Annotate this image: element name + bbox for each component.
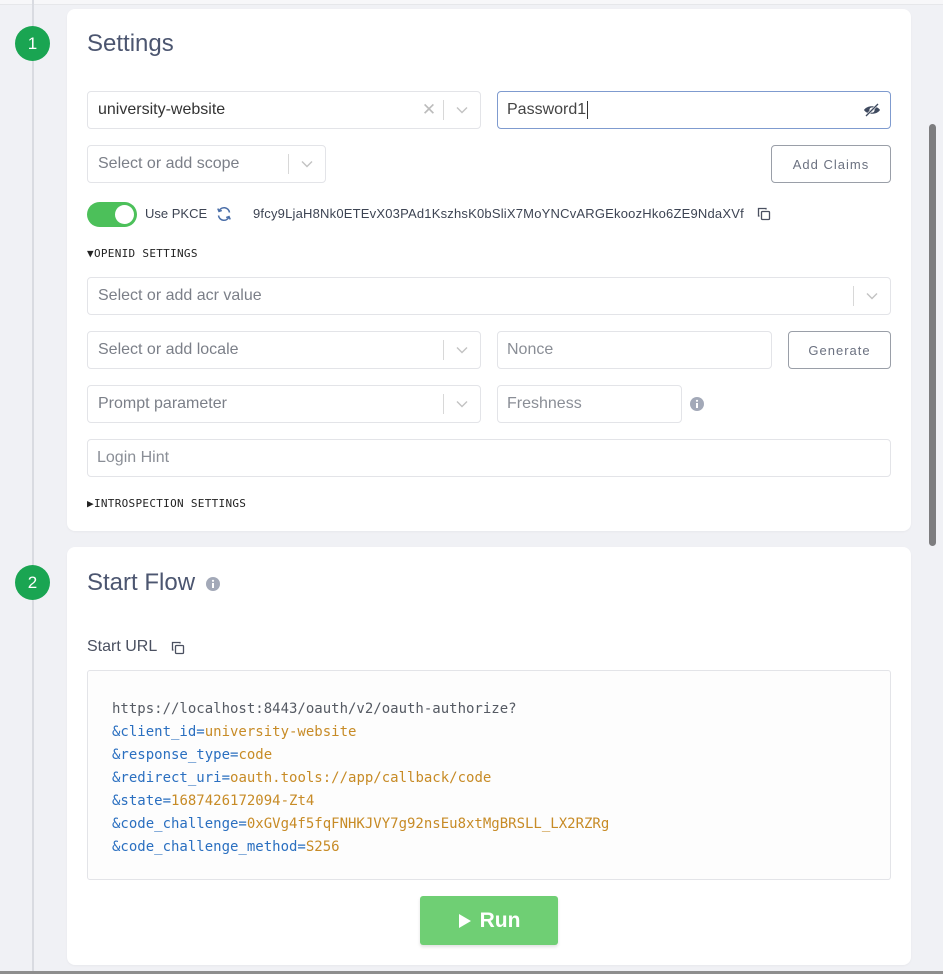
client-select[interactable]: university-website ✕ (87, 91, 481, 129)
top-strip (0, 0, 943, 5)
acr-select[interactable]: Select or add acr value (87, 277, 891, 315)
start-flow-title-text: Start Flow (87, 569, 196, 596)
chevron-down-icon[interactable] (444, 400, 480, 408)
url-param-value: 1687426172094-Zt4 (171, 793, 315, 809)
generate-nonce-button[interactable]: Generate (788, 331, 891, 369)
url-param: &code_challenge=0xGVg4f5fqFNHKJVY7g92nsE… (112, 813, 890, 836)
locale-select[interactable]: Select or add locale (87, 331, 481, 369)
chevron-down-icon[interactable] (444, 346, 480, 354)
clear-icon[interactable]: ✕ (415, 100, 443, 120)
eye-slash-icon[interactable] (862, 101, 882, 119)
client-select-value: university-website (98, 101, 226, 118)
url-param: &client_id=university-website (112, 721, 890, 744)
url-param-key: &state= (112, 793, 172, 809)
url-param-key: &code_challenge= (112, 816, 247, 832)
login-hint-input[interactable]: Login Hint (87, 439, 891, 477)
url-param: &redirect_uri=oauth.tools://app/callback… (112, 767, 890, 790)
chevron-down-icon[interactable] (444, 106, 480, 114)
url-param-key: &redirect_uri= (112, 770, 231, 786)
introspection-settings-label: INTROSPECTION SETTINGS (93, 497, 247, 510)
start-flow-info-icon[interactable] (205, 570, 220, 598)
use-pkce-label: Use PKCE (145, 206, 208, 221)
acr-select-placeholder: Select or add acr value (98, 287, 262, 304)
client-secret-input[interactable]: Password1 (497, 91, 891, 129)
pkce-verifier: 9fcy9LjaH8Nk0ETEvX03PAd1KszhsK0bSliX7MoY… (253, 206, 744, 221)
url-param-value: S256 (305, 839, 340, 855)
use-pkce-toggle[interactable] (87, 202, 137, 227)
openid-settings-label: OPENID SETTINGS (93, 247, 198, 260)
url-param-value: oauth.tools://app/callback/code (230, 770, 492, 786)
url-param: &state=1687426172094-Zt4 (112, 790, 890, 813)
run-button-label: Run (479, 908, 521, 932)
scope-select[interactable]: Select or add scope (87, 145, 326, 183)
openid-settings-toggle[interactable]: ▼OPENID SETTINGS (87, 247, 198, 260)
client-secret-value: Password1 (507, 101, 587, 118)
url-param-value: 0xGVg4f5fqFNHKJVY7g92nsEu8xtMgBRSLL_LX2R… (246, 816, 610, 832)
start-flow-title: Start Flow (87, 569, 220, 598)
chevron-down-icon[interactable] (854, 292, 890, 300)
scope-select-placeholder: Select or add scope (98, 155, 240, 172)
settings-card: Settings university-website ✕ Password1 … (67, 9, 911, 531)
freshness-placeholder: Freshness (507, 395, 582, 412)
login-hint-placeholder: Login Hint (97, 449, 170, 466)
freshness-input[interactable]: Freshness (497, 385, 682, 423)
url-param-key: &code_challenge_method= (112, 839, 306, 855)
freshness-info-icon[interactable] (690, 397, 704, 411)
start-url-box[interactable]: https://localhost:8443/oauth/v2/oauth-au… (87, 670, 891, 880)
url-param-key: &response_type= (112, 747, 239, 763)
copy-url-icon[interactable] (169, 639, 187, 657)
step-badge-2: 2 (15, 565, 50, 600)
refresh-icon[interactable] (214, 204, 234, 224)
chevron-down-icon[interactable] (289, 160, 325, 168)
text-cursor (587, 101, 589, 119)
settings-title: Settings (87, 30, 174, 57)
nonce-input[interactable]: Nonce (497, 331, 772, 369)
copy-icon[interactable] (755, 205, 773, 223)
step-badge-1: 1 (15, 26, 50, 61)
caret-right-icon: ▶ (87, 497, 94, 510)
toggle-knob (115, 205, 134, 224)
url-base: https://localhost:8443/oauth/v2/oauth-au… (112, 701, 517, 717)
url-param-value: university-website (204, 724, 357, 740)
nonce-placeholder: Nonce (507, 341, 554, 358)
start-url-label: Start URL (87, 638, 158, 655)
prompt-select-placeholder: Prompt parameter (98, 395, 227, 412)
introspection-settings-toggle[interactable]: ▶INTROSPECTION SETTINGS (87, 497, 246, 510)
url-param-key: &client_id= (112, 724, 205, 740)
url-param-value: code (238, 747, 273, 763)
url-param: &code_challenge_method=S256 (112, 836, 890, 859)
run-button[interactable]: Run (420, 896, 558, 945)
scrollbar-thumb[interactable] (929, 124, 936, 546)
timeline-line (32, 0, 34, 974)
start-flow-card: Start Flow Start URL https://localhost:8… (67, 547, 911, 965)
caret-down-icon: ▼ (87, 247, 94, 260)
locale-select-placeholder: Select or add locale (98, 341, 239, 358)
url-param: &response_type=code (112, 744, 890, 767)
prompt-select[interactable]: Prompt parameter (87, 385, 481, 423)
play-icon (458, 913, 471, 928)
add-claims-button[interactable]: Add Claims (771, 145, 891, 183)
